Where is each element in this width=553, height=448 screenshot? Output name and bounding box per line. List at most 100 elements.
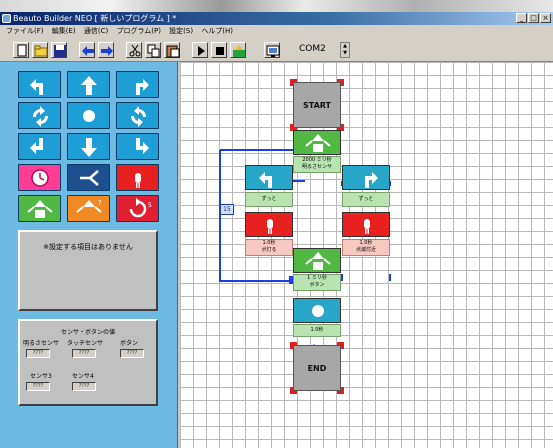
stop-button[interactable] xyxy=(211,42,227,58)
palette-spin-right[interactable] xyxy=(116,102,159,129)
save-button[interactable] xyxy=(51,42,67,58)
menu-settings[interactable]: 設定(S) xyxy=(169,25,193,37)
turn-left-back-icon xyxy=(30,138,43,154)
palette-forward[interactable] xyxy=(67,71,110,98)
open-icon xyxy=(34,45,48,57)
turn-right-forward-icon xyxy=(136,79,149,95)
undo-icon xyxy=(82,46,94,56)
sensor-value-button: ???? xyxy=(120,349,144,358)
cut-icon xyxy=(129,44,141,57)
run-button[interactable] xyxy=(192,42,208,58)
minimize-button[interactable]: _ xyxy=(516,13,527,23)
palette-turn-left-forward[interactable] xyxy=(18,71,61,98)
sensor-branch-icon xyxy=(305,252,331,270)
branch-icon xyxy=(80,170,99,186)
branch-block-1[interactable] xyxy=(293,130,341,155)
loop-counter[interactable]: 15 xyxy=(220,204,234,215)
palette-led[interactable] xyxy=(116,164,159,191)
loop-icon: 5 xyxy=(129,198,152,218)
clock-icon xyxy=(31,169,49,187)
sensor-value-3: ???? xyxy=(26,382,50,391)
sensor-label-button: ボタン xyxy=(120,340,139,347)
palette-turn-right-forward[interactable] xyxy=(116,71,159,98)
random-branch-icon: ? xyxy=(76,199,102,213)
paste-icon xyxy=(166,45,180,58)
port-label: COM2 xyxy=(299,44,326,54)
stop-icon xyxy=(216,47,224,55)
menu-help[interactable]: ヘルプ(H) xyxy=(201,25,233,37)
redo-icon xyxy=(101,46,113,56)
sensor-values-panel: センサ・ボタンの値 明るさセンサ タッチセンサ ボタン ???? ???? ??… xyxy=(18,319,158,406)
palette-stop[interactable] xyxy=(67,102,110,129)
background-photo xyxy=(0,0,553,12)
menu-bar: ファイル(F) 編集(E) 通信(C) プログラム(P) 設定(S) ヘルプ(H… xyxy=(0,25,553,37)
end-corner-tr xyxy=(337,342,344,349)
palette-sensor-branch[interactable] xyxy=(18,195,61,222)
maximize-button[interactable]: □ xyxy=(528,13,539,23)
led-icon xyxy=(135,173,141,188)
right-turn-block[interactable] xyxy=(342,165,390,190)
left-led-block[interactable] xyxy=(245,212,293,237)
stop-dot-icon xyxy=(83,110,95,122)
palette-turn-left-back[interactable] xyxy=(18,133,61,160)
turn-left-forward-icon xyxy=(259,172,272,188)
block-palette: ? 5 ※設定する項目はありません センサ・ボタンの値 明るさセンサ タッチセン… xyxy=(0,62,178,448)
save-icon xyxy=(54,45,66,57)
new-icon xyxy=(17,44,27,57)
right-time-label: 1.0秒 点滅付近 xyxy=(342,239,390,256)
menu-program[interactable]: プログラム(P) xyxy=(116,25,160,37)
program-canvas[interactable]: START 2000 ミリ秒 明るさセンサ ずっと 1.0秒 ボ灯る ずっと 1… xyxy=(180,62,553,448)
start-node[interactable]: START xyxy=(293,82,341,128)
menu-file[interactable]: ファイル(F) xyxy=(6,25,44,37)
sensor-branch-icon xyxy=(305,134,331,152)
sensor-value-touch: ???? xyxy=(72,349,96,358)
new-button[interactable] xyxy=(13,42,29,58)
palette-random-branch[interactable]: ? xyxy=(67,195,110,222)
sensor-label-light: 明るさセンサ xyxy=(23,340,60,347)
palette-spin-left[interactable] xyxy=(18,102,61,129)
spin-right-icon xyxy=(130,106,147,127)
menu-edit[interactable]: 編集(E) xyxy=(52,25,76,37)
palette-timer[interactable] xyxy=(18,164,61,191)
run-icon xyxy=(198,46,205,56)
arrow-down-icon xyxy=(81,138,97,157)
branch-block-2[interactable] xyxy=(293,248,341,273)
settings-button[interactable] xyxy=(264,42,280,58)
block-description-panel: ※設定する項目はありません xyxy=(18,230,158,311)
open-button[interactable] xyxy=(32,42,48,58)
sensor-label-touch: タッチセンサ xyxy=(67,340,104,347)
sensor-label-3: センサ3 xyxy=(30,373,52,380)
undo-button[interactable] xyxy=(79,42,95,58)
transfer-button[interactable] xyxy=(230,42,246,58)
right-wait-label: ずっと xyxy=(342,192,390,207)
end-node[interactable]: END xyxy=(293,345,341,391)
palette-branch[interactable] xyxy=(67,164,110,191)
sensor-label-4: センサ4 xyxy=(72,373,94,380)
redo-button[interactable] xyxy=(98,42,114,58)
left-time-label: 1.0秒 ボ灯る xyxy=(245,239,293,256)
start-corner-tr xyxy=(337,79,344,86)
led-icon xyxy=(267,219,273,234)
end-corner-br xyxy=(337,387,344,394)
turn-right-back-icon xyxy=(136,138,149,154)
window-title: Beauto Builder NEO [ 新しいプログラム ] * xyxy=(13,14,177,23)
left-wait-label: ずっと xyxy=(245,192,293,207)
copy-button[interactable] xyxy=(145,42,161,58)
port-spinner[interactable]: ▲ ▼ xyxy=(340,42,350,58)
palette-backward[interactable] xyxy=(67,133,110,160)
stop-block[interactable] xyxy=(293,298,341,323)
start-corner-tl xyxy=(290,79,297,86)
left-turn-block[interactable] xyxy=(245,165,293,190)
cut-button[interactable] xyxy=(126,42,142,58)
sensor-branch-icon xyxy=(27,200,53,218)
svg-text:?: ? xyxy=(98,199,102,207)
menu-communication[interactable]: 通信(C) xyxy=(84,25,108,37)
sensor-value-4: ???? xyxy=(72,382,96,391)
right-led-block[interactable] xyxy=(342,212,390,237)
turn-right-forward-icon xyxy=(365,172,378,188)
palette-turn-right-back[interactable] xyxy=(116,133,159,160)
close-button[interactable]: × xyxy=(540,13,551,23)
paste-button[interactable] xyxy=(164,42,180,58)
toolbar: COM2 ▲ ▼ xyxy=(0,37,553,62)
palette-loop[interactable]: 5 xyxy=(116,195,159,222)
